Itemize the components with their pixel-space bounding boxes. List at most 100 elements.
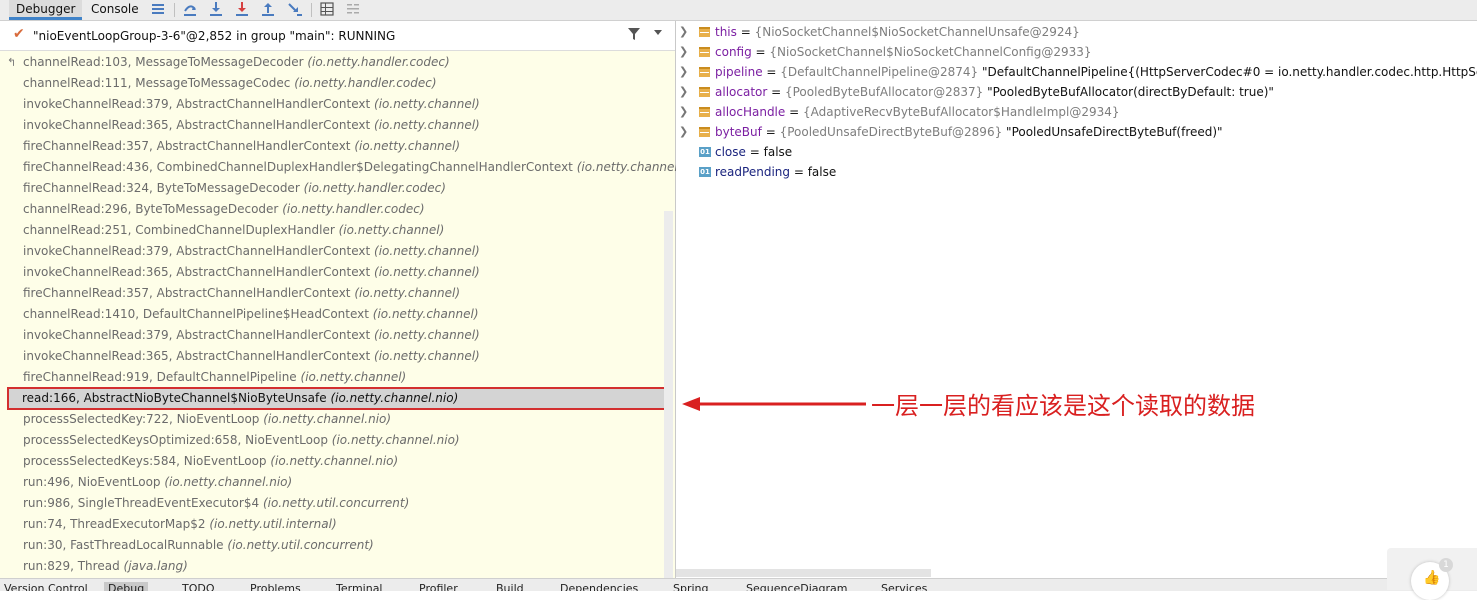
stack-frame[interactable]: invokeChannelRead:365, AbstractChannelHa… xyxy=(0,346,664,367)
trace-icon[interactable] xyxy=(345,2,361,18)
variable-row[interactable]: ❯ config = {NioSocketChannel$NioSocketCha… xyxy=(676,42,1477,62)
variable-name: this xyxy=(715,25,737,39)
variable-row[interactable]: ❯ byteBuf = {PooledUnsafeDirectByteBuf@28… xyxy=(676,122,1477,142)
thread-selector[interactable]: ✔ "nioEventLoopGroup-3-6"@2,852 in group… xyxy=(0,21,675,51)
variable-string: "PooledByteBufAllocator(directByDefault:… xyxy=(987,85,1274,99)
stack-frame[interactable]: fireChannelRead:436, CombinedChannelDupl… xyxy=(0,157,682,178)
frames-panel: ✔ "nioEventLoopGroup-3-6"@2,852 in group… xyxy=(0,21,682,578)
force-step-into-icon[interactable] xyxy=(234,2,250,18)
chevron-right-icon[interactable]: ❯ xyxy=(679,122,688,142)
variable-ref: {PooledByteBufAllocator@2837} xyxy=(784,85,984,99)
variable-row[interactable]: ❯ this = {NioSocketChannel$NioSocketChann… xyxy=(676,22,1477,42)
stack-frame[interactable]: fireChannelRead:357, AbstractChannelHand… xyxy=(0,283,664,304)
variable-text: close = false xyxy=(715,145,793,159)
stack-frame[interactable]: invokeChannelRead:379, AbstractChannelHa… xyxy=(0,241,664,262)
chevron-down-icon[interactable] xyxy=(654,30,662,35)
chevron-right-icon[interactable]: ❯ xyxy=(679,82,688,102)
step-over-icon[interactable] xyxy=(182,2,198,18)
stack-frame[interactable]: run:829, Thread (java.lang) xyxy=(0,556,664,577)
frame-package: (java.lang) xyxy=(123,559,188,573)
evaluate-expression-icon[interactable] xyxy=(319,2,335,18)
filter-icon[interactable] xyxy=(627,27,641,41)
variable-name: byteBuf xyxy=(715,125,762,139)
field-icon xyxy=(699,27,710,37)
variable-string: "DefaultChannelPipeline{(HttpServerCodec… xyxy=(982,65,1477,79)
variable-row[interactable]: ❯ pipeline = {DefaultChannelPipeline@2874… xyxy=(676,62,1477,82)
run-to-cursor-icon[interactable] xyxy=(287,2,303,18)
step-out-icon[interactable] xyxy=(260,2,276,18)
stack-frame[interactable]: run:496, NioEventLoop (io.netty.channel.… xyxy=(0,472,664,493)
stack-frame[interactable]: ↰ channelRead:103, MessageToMessageDecode… xyxy=(0,52,664,73)
stack-frame[interactable]: run:30, FastThreadLocalRunnable (io.nett… xyxy=(0,535,664,556)
field-icon xyxy=(699,67,710,77)
variable-text: byteBuf = {PooledUnsafeDirectByteBuf@289… xyxy=(715,125,1223,139)
frame-package: (io.netty.channel) xyxy=(354,286,461,300)
tab-debugger[interactable]: Debugger xyxy=(9,0,83,20)
stack-frame[interactable]: processSelectedKey:722, NioEventLoop (io… xyxy=(0,409,664,430)
stack-frame[interactable]: run:986, SingleThreadEventExecutor$4 (io… xyxy=(0,493,664,514)
frame-package: (io.netty.handler.codec) xyxy=(282,202,425,216)
return-icon: ↰ xyxy=(7,56,17,69)
variable-value: false xyxy=(807,165,837,179)
variable-value: false xyxy=(763,145,793,159)
stack-frame[interactable]: channelRead:251, CombinedChannelDuplexHa… xyxy=(0,220,664,241)
variable-name: config xyxy=(715,45,752,59)
variable-name: allocHandle xyxy=(715,105,786,119)
stack-frame[interactable]: processSelectedKeys:584, NioEventLoop (i… xyxy=(0,451,664,472)
frame-package: (io.netty.util.internal) xyxy=(209,517,337,531)
frame-method: fireChannelRead:357, AbstractChannelHand… xyxy=(23,139,351,153)
stack-frame[interactable]: channelRead:111, MessageToMessageCodec (… xyxy=(0,73,664,94)
variable-row[interactable]: 01 readPending = false xyxy=(676,162,1477,182)
thumbs-up-icon[interactable]: 👍 xyxy=(1423,570,1440,586)
stack-frame[interactable]: fireChannelRead:919, DefaultChannelPipel… xyxy=(0,367,664,388)
chevron-right-icon[interactable]: ❯ xyxy=(679,42,688,62)
frame-method: run:30, FastThreadLocalRunnable xyxy=(23,538,224,552)
frames-scrollbar[interactable] xyxy=(664,211,673,578)
stack-frame[interactable]: invokeChannelRead:379, AbstractChannelHa… xyxy=(0,94,664,115)
selected-frame[interactable]: read:166, AbstractNioByteChannel$NioByte… xyxy=(7,387,668,410)
toolbar-divider xyxy=(174,3,175,17)
feedback-badge: 1 xyxy=(1439,558,1453,572)
variable-text: readPending = false xyxy=(715,165,837,179)
frame-method: channelRead:251, CombinedChannelDuplexHa… xyxy=(23,223,335,237)
stack-frame[interactable]: fireChannelRead:324, ByteToMessageDecode… xyxy=(0,178,664,199)
stack-frame[interactable]: invokeChannelRead:365, AbstractChannelHa… xyxy=(0,115,664,136)
stack-frame[interactable]: invokeChannelRead:365, AbstractChannelHa… xyxy=(0,262,664,283)
variable-row[interactable]: ❯ allocator = {PooledByteBufAllocator@283… xyxy=(676,82,1477,102)
feedback-widget[interactable]: 👍 1 xyxy=(1387,548,1477,600)
frame-package: (io.netty.handler.codec) xyxy=(303,181,446,195)
frame-package: (io.netty.channel) xyxy=(338,223,445,237)
step-into-icon[interactable] xyxy=(208,2,224,18)
chevron-right-icon[interactable]: ❯ xyxy=(679,102,688,122)
variable-ref: {PooledUnsafeDirectByteBuf@2896} xyxy=(779,125,1003,139)
variable-string: "PooledUnsafeDirectByteBuf(freed)" xyxy=(1006,125,1223,139)
frame-package: (io.netty.channel) xyxy=(374,244,480,258)
frame-package: (io.netty.util.concurrent) xyxy=(227,538,374,552)
stack-frame[interactable]: invokeChannelRead:379, AbstractChannelHa… xyxy=(0,325,664,346)
thread-label: "nioEventLoopGroup-3-6"@2,852 in group "… xyxy=(33,29,396,43)
frame-method: run:986, SingleThreadEventExecutor$4 xyxy=(23,496,260,510)
stack-frame[interactable]: channelRead:296, ByteToMessageDecoder (i… xyxy=(0,199,664,220)
stack-frame[interactable]: processSelectedKeysOptimized:658, NioEve… xyxy=(0,430,664,451)
field-icon xyxy=(699,127,710,137)
variable-row[interactable]: 01 close = false xyxy=(676,142,1477,162)
stack-frame[interactable]: fireChannelRead:357, AbstractChannelHand… xyxy=(0,136,664,157)
variables-horizontal-scrollbar[interactable] xyxy=(676,569,931,577)
stack-frame[interactable]: channelRead:1410, DefaultChannelPipeline… xyxy=(0,304,664,325)
frame-package: (io.netty.channel.nio) xyxy=(331,433,460,447)
stack-frame[interactable]: run:74, ThreadExecutorMap$2 (io.netty.ut… xyxy=(0,514,664,535)
variable-row[interactable]: ❯ allocHandle = {AdaptiveRecvByteBufAlloc… xyxy=(676,102,1477,122)
frame-package: (io.netty.channel.nio) xyxy=(330,391,459,405)
chevron-right-icon[interactable]: ❯ xyxy=(679,22,688,42)
menu-icon[interactable] xyxy=(150,2,166,18)
frame-method: run:74, ThreadExecutorMap$2 xyxy=(23,517,206,531)
variable-name: close xyxy=(715,145,746,159)
frame-package: (io.netty.util.concurrent) xyxy=(262,496,410,510)
chevron-right-icon[interactable]: ❯ xyxy=(679,62,688,82)
tab-console[interactable]: Console xyxy=(84,0,146,20)
frame-method: processSelectedKeysOptimized:658, NioEve… xyxy=(23,433,328,447)
frame-method: invokeChannelRead:365, AbstractChannelHa… xyxy=(23,349,371,363)
field-icon xyxy=(699,107,710,117)
frame-package: (io.netty.channel) xyxy=(374,265,480,279)
frame-package: (io.netty.handler.codec) xyxy=(294,76,437,90)
